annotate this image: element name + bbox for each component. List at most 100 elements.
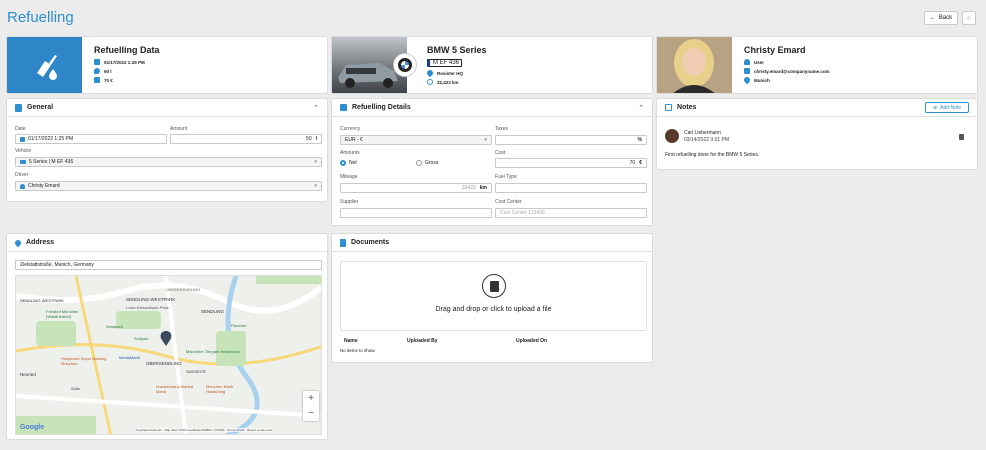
address-value: Zielstattstraße, Munich, Germany: [20, 262, 94, 268]
user-icon: [20, 183, 25, 189]
map-label: Hollywood Super Bowling München: [61, 356, 107, 366]
driver-value: Christy Emard: [28, 183, 60, 189]
cost-center-field[interactable]: Cost Center 123456: [495, 208, 647, 218]
documents-title: Documents: [351, 239, 390, 246]
supplier-field[interactable]: [340, 208, 492, 218]
mileage-field[interactable]: 32423 km: [340, 183, 492, 193]
gross-radio[interactable]: Gross: [416, 160, 438, 166]
coins-icon: [94, 77, 100, 83]
map-label: SENDLING-WESTPARK: [20, 298, 64, 303]
license-plate: M EF 436: [427, 59, 463, 67]
map-label: Krankenhaus Martha Maria: [156, 384, 194, 394]
star-icon: ☆: [966, 15, 972, 22]
driver-select[interactable]: Christy Emard ▾: [15, 181, 322, 191]
net-radio[interactable]: Net: [340, 160, 357, 166]
upload-dropzone[interactable]: Drag and drop or click to upload a file: [340, 261, 647, 331]
cost-field[interactable]: 70 €: [495, 158, 647, 168]
refuel-volume: 50 l: [104, 68, 112, 74]
column-header-uploaded-on[interactable]: Uploaded On: [516, 338, 547, 344]
favorite-button[interactable]: ☆: [962, 11, 976, 25]
chevron-down-icon: ▾: [484, 137, 487, 143]
net-label: Net: [349, 160, 357, 166]
general-card: General ⌃ Date 01/17/2022 1:25 PM Amount…: [6, 98, 328, 202]
documents-card: Documents Drag and drop or click to uplo…: [331, 233, 653, 363]
vehicle-label: Vehicle: [15, 148, 32, 154]
currency-label: Currency: [340, 126, 361, 132]
refuel-price: 70 €: [104, 77, 113, 83]
address-field[interactable]: Zielstattstraße, Munich, Germany: [15, 260, 322, 270]
vehicle-select[interactable]: 5 Series | M EF 436 ▾: [15, 157, 322, 167]
fuel-pump-icon: [36, 55, 57, 80]
details-header[interactable]: Refuelling Details ⌃: [332, 99, 652, 117]
file-upload-icon: [482, 274, 506, 298]
add-note-button[interactable]: ⊕ Add Note: [925, 102, 969, 113]
bmw-logo: [393, 53, 417, 77]
amounts-label: Amounts: [340, 150, 360, 156]
chevron-up-icon[interactable]: ⌃: [638, 104, 644, 112]
trash-icon[interactable]: [959, 134, 964, 140]
mileage-unit: km: [479, 185, 487, 191]
address-card: Address Zielstattstraße, Munich, Germany…: [6, 233, 328, 440]
calendar-icon: [94, 59, 100, 65]
back-button[interactable]: ← Back: [924, 11, 958, 25]
page-title: Refuelling: [7, 9, 74, 26]
hero-tile: [7, 37, 82, 93]
back-label: Back: [938, 15, 953, 21]
vehicle-title: BMW 5 Series: [427, 45, 487, 55]
amount-field[interactable]: 50 l: [170, 134, 322, 144]
vehicle-value: 5 Series | M EF 436: [29, 159, 74, 165]
user-summary-card[interactable]: Christy Emard User christy.emard@company…: [656, 36, 978, 94]
documents-header: Documents: [332, 234, 652, 252]
cost-value: 70: [629, 160, 636, 166]
fuel-type-field[interactable]: [495, 183, 647, 193]
general-header[interactable]: General ⌃: [7, 99, 327, 117]
driver-label: Driver: [15, 172, 29, 178]
date-field[interactable]: 01/17/2022 1:25 PM: [15, 134, 167, 144]
map-label: Solln: [71, 386, 80, 391]
amount-label: Amount: [170, 126, 188, 132]
map-label: Münchner Tierpark Hellabrunn: [186, 349, 240, 354]
calendar-icon: [20, 136, 25, 142]
cost-unit: €: [639, 160, 642, 166]
chevron-down-icon: ▾: [314, 183, 317, 189]
map[interactable]: SENDLING-WESTPARK SENDLING-WESTPARK SEND…: [15, 275, 322, 435]
map-label: MediaMarkt: [119, 355, 140, 360]
general-title: General: [27, 104, 54, 111]
google-logo: Google: [20, 424, 45, 431]
map-label: München Klinik Harlaching: [206, 384, 234, 394]
mileage-label: Mileage: [340, 174, 358, 180]
note-date: 03/14/2022 3:01 PM: [684, 137, 730, 143]
currency-select[interactable]: EUR - € ▾: [340, 135, 492, 145]
chevron-up-icon[interactable]: ⌃: [313, 104, 319, 112]
zoom-in-button[interactable]: +: [308, 393, 314, 404]
user-icon: [744, 59, 750, 65]
address-header: Address: [7, 234, 327, 252]
map-label: Flaucher: [231, 323, 247, 328]
user-role: User: [754, 59, 765, 65]
map-zoom-controls: + −: [303, 391, 319, 421]
map-label: UNTERSENDLING: [166, 287, 201, 292]
note-text: First refuelling done for the BMW 5 Seri…: [665, 152, 760, 158]
user-email: christy.emard@companyname.com: [754, 68, 830, 74]
refuelling-details-card: Refuelling Details ⌃ Currency EUR - € ▾ …: [331, 98, 653, 226]
column-header-uploaded-by[interactable]: Uploaded By: [407, 338, 438, 344]
map-attribution[interactable]: Keyboard shortcuts Map data ©2022 GeoBas…: [136, 428, 273, 432]
envelope-icon: [744, 68, 750, 74]
currency-value: EUR - €: [345, 137, 363, 143]
user-photo: [657, 37, 732, 93]
location-pin-icon: [13, 238, 23, 247]
user-name: Christy Emard: [744, 45, 806, 55]
map-label: Friedhof München (Waldfriedhof): [46, 309, 79, 319]
map-label: SÜDSEITE: [186, 369, 207, 374]
document-icon: [15, 103, 22, 112]
cost-label: Cost: [495, 150, 506, 156]
vehicle-summary-card[interactable]: BMW 5 Series M EF 436 Rosister HQ 32,423…: [331, 36, 653, 94]
dropzone-text: Drag and drop or click to upload a file: [435, 306, 552, 313]
column-header-name[interactable]: Name: [344, 338, 358, 344]
taxes-field[interactable]: %: [495, 135, 647, 145]
map-label: Sollpark: [134, 336, 149, 341]
notes-header: Notes ⊕ Add Note: [657, 99, 977, 117]
date-label: Date: [15, 126, 26, 132]
vehicle-photo: [332, 37, 417, 93]
zoom-out-button[interactable]: −: [308, 408, 314, 419]
